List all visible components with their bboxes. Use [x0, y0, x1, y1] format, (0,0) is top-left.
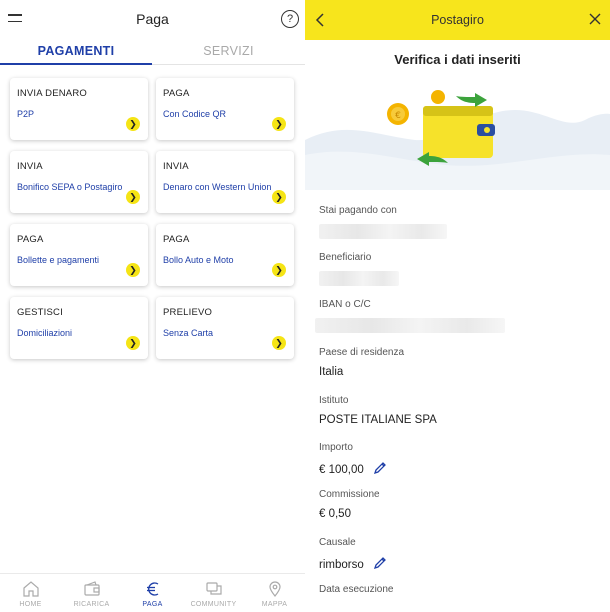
map-pin-icon: [268, 581, 281, 597]
card-title: PAGA: [163, 234, 190, 245]
nav-label: RICARICA: [73, 601, 110, 608]
top-bar: Postagiro: [305, 0, 610, 40]
nav-label: HOME: [19, 601, 42, 608]
postagiro-summary-screen: Postagiro Verifica i dati inseriti € Sta…: [305, 0, 610, 612]
nav-ricarica[interactable]: RICARICA: [61, 580, 122, 608]
svg-text:€: €: [395, 111, 401, 121]
arrow-right-icon: ❯: [272, 117, 286, 131]
field-label: Data esecuzione: [319, 584, 394, 595]
field-label: Stai pagando con: [319, 205, 397, 216]
field-label: IBAN o C/C: [319, 299, 371, 310]
card-subtitle: Bollo Auto e Moto: [163, 255, 234, 265]
card-title: PAGA: [17, 234, 44, 245]
card-invia-bonifico[interactable]: INVIA Bonifico SEPA o Postagiro ❯: [10, 151, 148, 213]
card-subtitle: Domiciliazioni: [17, 328, 73, 338]
field-value: rimborso: [319, 559, 364, 571]
field-execution-date: Data esecuzione: [319, 584, 599, 595]
pencil-edit-icon[interactable]: [373, 556, 387, 570]
card-title: INVIA DENARO: [17, 88, 87, 99]
help-icon[interactable]: ?: [281, 10, 299, 28]
euro-icon: [146, 582, 158, 596]
home-icon: [22, 581, 39, 597]
field-value: € 100,00: [319, 464, 364, 476]
field-value-row: € 100,00: [319, 461, 599, 476]
field-value: Italia: [319, 366, 344, 378]
field-fee: Commissione € 0,50: [319, 489, 599, 523]
arrow-right-icon: ❯: [126, 190, 140, 204]
card-title: INVIA: [17, 161, 43, 172]
nav-home[interactable]: HOME: [0, 580, 61, 608]
arrow-right-icon: ❯: [272, 263, 286, 277]
arrow-right-icon: ❯: [126, 336, 140, 350]
tab-bar: PAGAMENTI SERVIZI: [0, 40, 305, 65]
card-invia-western-union[interactable]: INVIA Denaro con Western Union ❯: [156, 151, 294, 213]
field-country: Paese di residenza Italia: [319, 347, 599, 381]
field-label: Paese di residenza: [319, 347, 405, 358]
card-paga-qr[interactable]: PAGA Con Codice QR ❯: [156, 78, 294, 140]
community-icon: [205, 582, 222, 595]
arrow-right-icon: ❯: [126, 117, 140, 131]
card-subtitle: Bollette e pagamenti: [17, 255, 100, 265]
card-gestisci-domiciliazioni[interactable]: GESTISCI Domiciliazioni ❯: [10, 297, 148, 359]
card-title: GESTISCI: [17, 307, 63, 318]
nav-community[interactable]: COMMUNITY: [183, 580, 244, 608]
card-invia-denaro-p2p[interactable]: INVIA DENARO P2P ❯: [10, 78, 148, 140]
tab-servizi[interactable]: SERVIZI: [152, 44, 305, 65]
arrow-right-icon: ❯: [126, 263, 140, 277]
wallet-icon: [83, 581, 100, 596]
nav-label: PAGA: [142, 601, 163, 608]
field-label: Istituto: [319, 395, 349, 406]
page-title: Postagiro: [431, 13, 484, 27]
field-reason: Causale rimborso: [319, 537, 599, 571]
card-paga-bollette[interactable]: PAGA Bollette e pagamenti ❯: [10, 224, 148, 286]
field-value-redacted: [319, 224, 599, 239]
field-payer: Stai pagando con: [319, 205, 599, 239]
top-bar: Paga ?: [0, 0, 305, 40]
card-subtitle: P2P: [17, 109, 35, 119]
arrow-right-icon: ❯: [272, 190, 286, 204]
card-paga-bollo[interactable]: PAGA Bollo Auto e Moto ❯: [156, 224, 294, 286]
field-label: Causale: [319, 537, 356, 548]
pencil-edit-icon[interactable]: [373, 461, 387, 475]
section-heading: Verifica i dati inseriti: [394, 52, 521, 67]
field-value-row: rimborso: [319, 556, 599, 571]
page-title: Paga: [136, 11, 169, 27]
field-label: Importo: [319, 442, 353, 453]
nav-mappa[interactable]: MAPPA: [244, 580, 305, 608]
field-value-redacted: [315, 318, 599, 333]
close-icon[interactable]: [588, 12, 602, 26]
card-subtitle: Denaro con Western Union: [163, 182, 272, 192]
field-label: Beneficiario: [319, 252, 372, 263]
arrow-right-icon: ❯: [272, 336, 286, 350]
card-subtitle: Bonifico SEPA o Postagiro: [17, 182, 123, 192]
field-value: € 0,50: [319, 508, 351, 520]
card-subtitle: Senza Carta: [163, 328, 214, 338]
card-title: PRELIEVO: [163, 307, 213, 318]
card-prelievo-senza-carta[interactable]: PRELIEVO Senza Carta ❯: [156, 297, 294, 359]
bottom-navigation: HOME RICARICA PAGA COMMUNITY MAPPA: [0, 573, 305, 612]
field-iban: IBAN o C/C: [315, 299, 599, 333]
nav-label: MAPPA: [261, 601, 288, 608]
field-value: POSTE ITALIANE SPA: [319, 414, 437, 426]
nav-paga[interactable]: PAGA: [122, 580, 183, 608]
wallet-illustration: €: [305, 90, 610, 190]
card-title: INVIA: [163, 161, 189, 172]
field-amount: Importo € 100,00: [319, 442, 599, 476]
paga-screen: Paga ? PAGAMENTI SERVIZI INVIA DENARO P2…: [0, 0, 305, 612]
tab-pagamenti[interactable]: PAGAMENTI: [0, 44, 152, 65]
card-subtitle: Con Codice QR: [163, 109, 227, 119]
field-beneficiary: Beneficiario: [319, 252, 599, 286]
field-value-redacted: [319, 271, 599, 286]
nav-label: COMMUNITY: [190, 601, 237, 608]
field-institute: Istituto POSTE ITALIANE SPA: [319, 395, 599, 429]
field-label: Commissione: [319, 489, 380, 500]
card-title: PAGA: [163, 88, 190, 99]
